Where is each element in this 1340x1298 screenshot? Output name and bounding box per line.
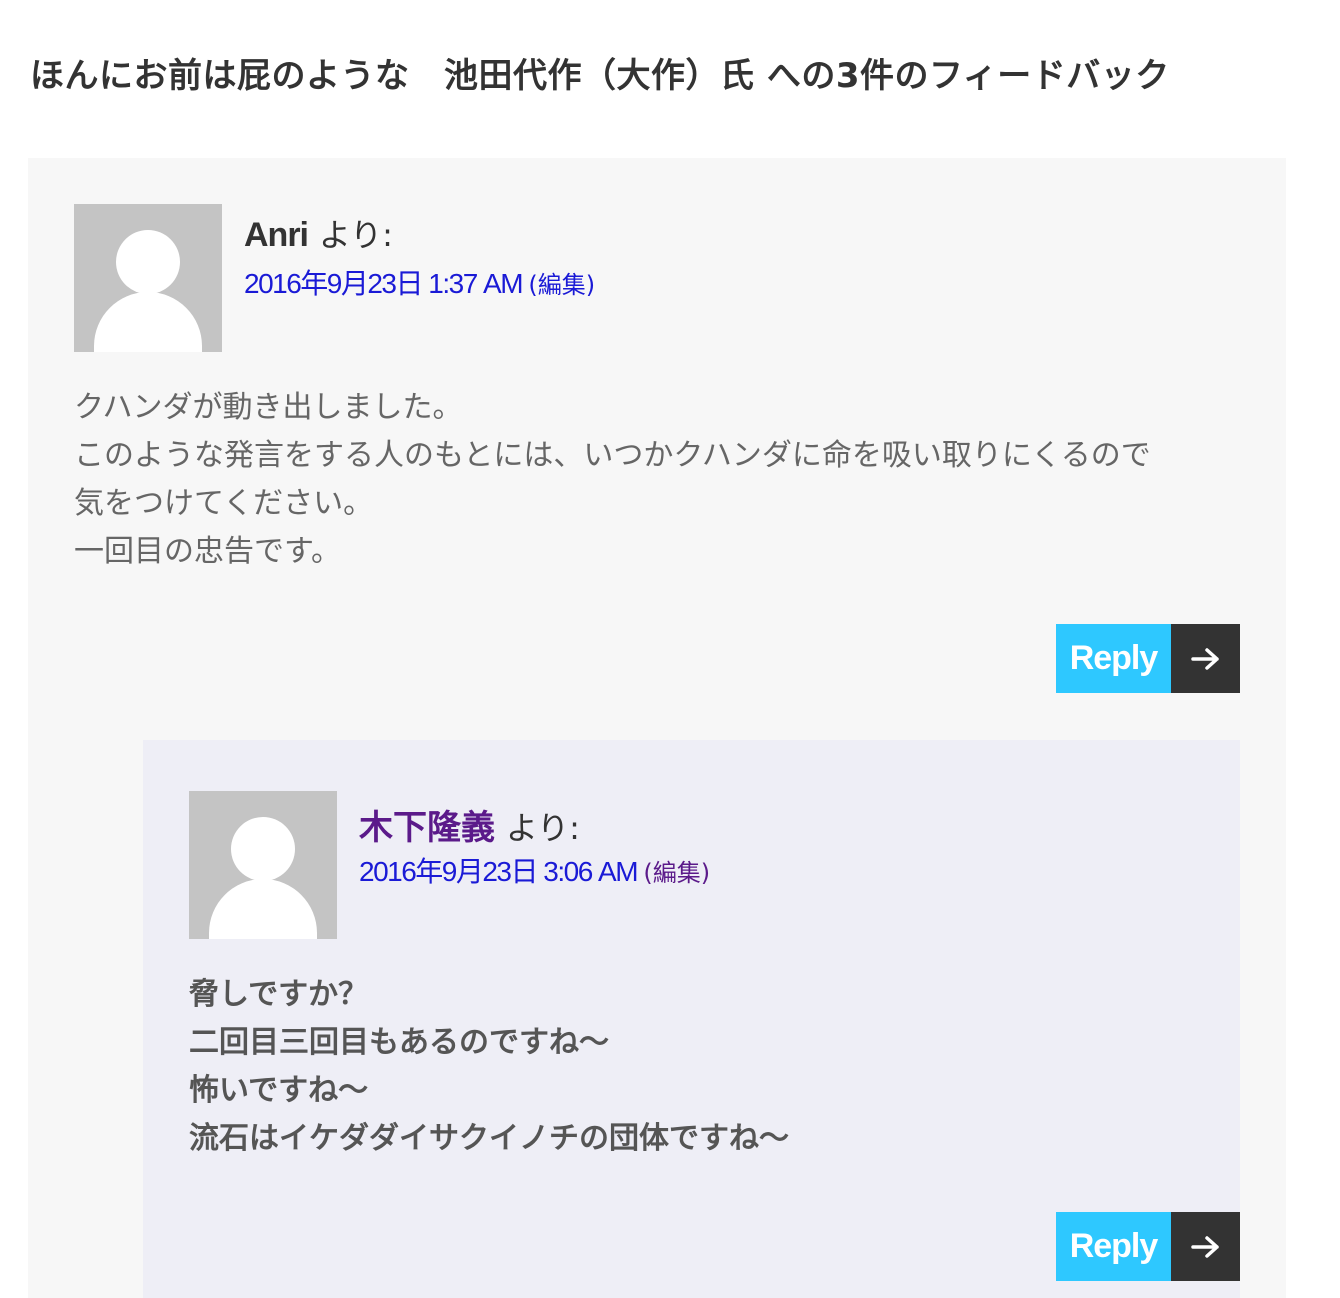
avatar-body-shape <box>94 292 202 352</box>
comment-body: 脅しですか？ 二回目三回目もあるのですね〜 怖いですね〜 流石はイケダダイサクイ… <box>189 971 789 1163</box>
comment-text-line: 一回目の忠告です。 <box>74 534 341 569</box>
comment-edit-link[interactable]: (編集) <box>643 859 710 887</box>
reply-button[interactable]: Reply <box>1056 1212 1240 1281</box>
comment-text-line: 気をつけてください。 <box>74 486 374 521</box>
comment-text-line: このような発言をする人のもとには、いつかクハンダに命を吸い取りにくるので <box>74 438 1151 473</box>
avatar-body-shape <box>209 879 317 939</box>
reply-button[interactable]: Reply <box>1056 624 1240 693</box>
says-label: より: <box>505 809 580 847</box>
arrow-right-icon <box>1171 1212 1240 1281</box>
comment-text-line: 怖いですね〜 <box>189 1073 369 1108</box>
arrow-right-icon <box>1171 624 1240 693</box>
comment-edit-link[interactable]: (編集) <box>528 271 595 299</box>
comment-meta: 2016年9月23日 1:37 AM (編集) <box>244 262 595 302</box>
reply-button-label: Reply <box>1056 1212 1171 1281</box>
comment-text-line: クハンダが動き出しました。 <box>74 390 463 425</box>
comment-date-link[interactable]: 2016年9月23日 3:06 AM <box>359 856 639 887</box>
comments-title: ほんにお前は屁のような 池田代作（大作）氏 への3件のフィードバック <box>30 56 1170 96</box>
avatar <box>189 791 337 939</box>
comment-author: Anri <box>244 216 309 254</box>
reply-button-label: Reply <box>1056 624 1171 693</box>
says-label: より: <box>318 216 393 254</box>
comment-meta: 2016年9月23日 3:06 AM (編集) <box>359 850 710 890</box>
comment-date-link[interactable]: 2016年9月23日 1:37 AM <box>244 268 524 299</box>
comment-author-line: Anri より: <box>244 210 393 256</box>
avatar-head-shape <box>116 230 180 294</box>
comment-text-line: 脅しですか？ <box>189 977 369 1012</box>
comment-text-line: 流石はイケダダイサクイノチの団体ですね〜 <box>189 1121 789 1156</box>
comment-author-link[interactable]: 木下隆義 <box>359 808 495 848</box>
comment-body: クハンダが動き出しました。 このような発言をする人のもとには、いつかクハンダに命… <box>74 384 1151 576</box>
comment-text-line: 二回目三回目もあるのですね〜 <box>189 1025 609 1060</box>
avatar <box>74 204 222 352</box>
avatar-head-shape <box>231 817 295 881</box>
comment-author-line: 木下隆義 より: <box>359 800 580 849</box>
